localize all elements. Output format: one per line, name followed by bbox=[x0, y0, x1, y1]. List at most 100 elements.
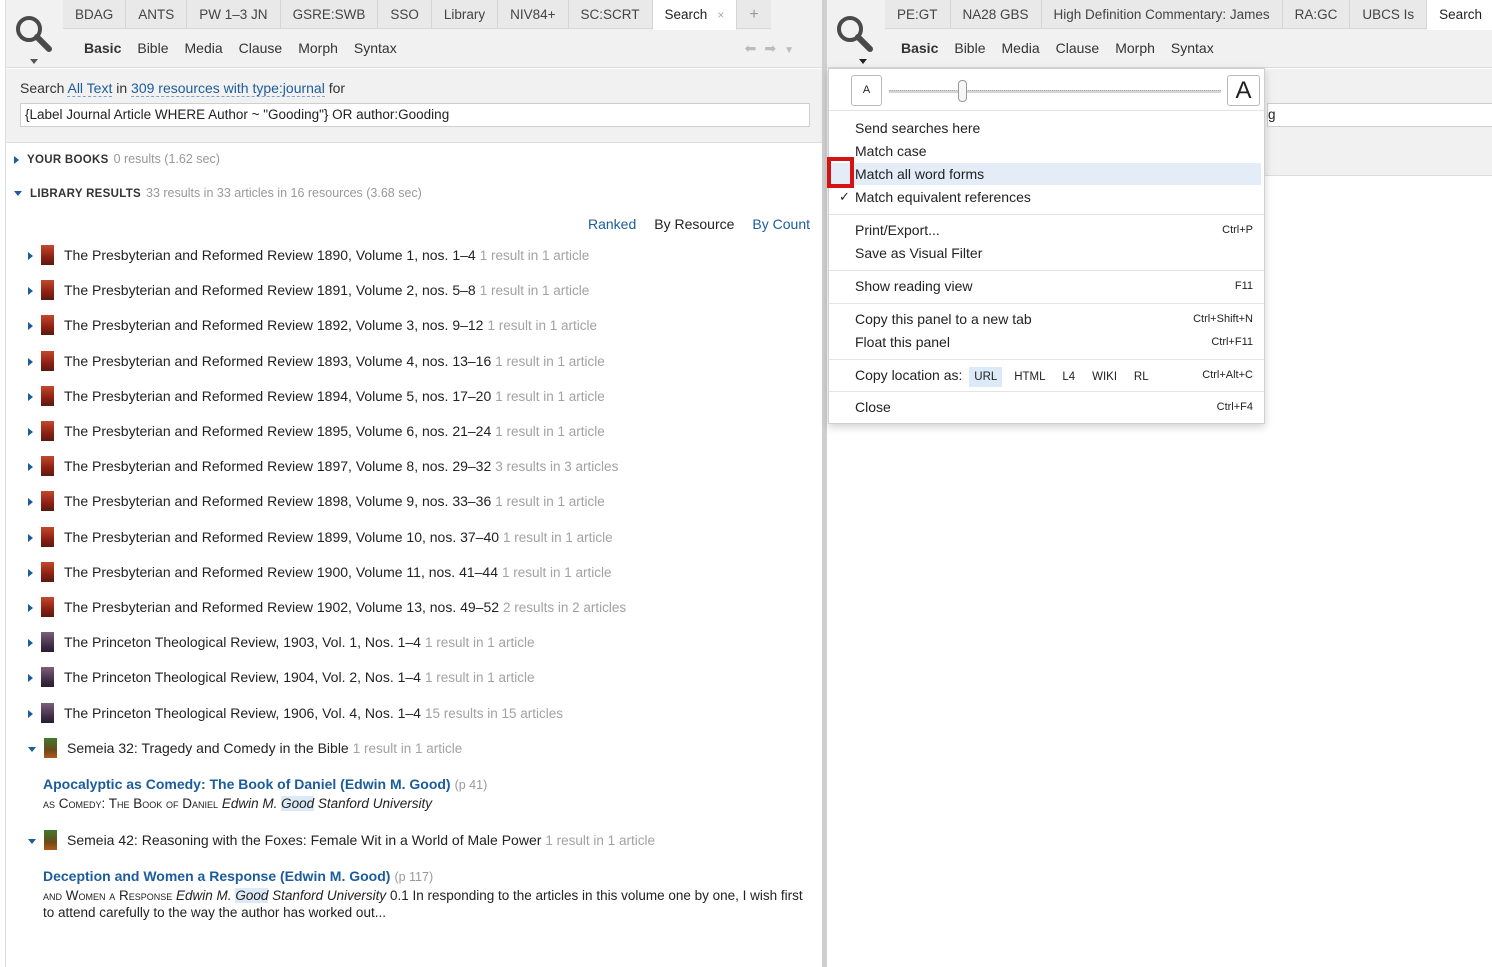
expand-icon[interactable] bbox=[28, 252, 33, 261]
menu-print-export[interactable]: Print/Export... Ctrl+P bbox=[830, 219, 1261, 241]
expand-icon[interactable] bbox=[28, 604, 33, 613]
tab-pw-1-3-jn[interactable]: PW 1–3 JN bbox=[187, 0, 281, 29]
sort-by-count[interactable]: By Count bbox=[752, 216, 810, 232]
menu-reading-view[interactable]: Show reading view F11 bbox=[830, 275, 1261, 297]
your-books-section[interactable]: YOUR BOOKS 0 results (1.62 sec) bbox=[14, 152, 220, 166]
sort-by-resource[interactable]: By Resource bbox=[654, 216, 734, 232]
font-larger-button[interactable]: A bbox=[1227, 75, 1260, 106]
menu-float-panel[interactable]: Float this panel Ctrl+F11 bbox=[830, 331, 1261, 353]
copy-location-rl[interactable]: RL bbox=[1129, 367, 1154, 387]
resource-title[interactable]: The Presbyterian and Reformed Review 189… bbox=[64, 493, 491, 509]
subtab-clause[interactable]: Clause bbox=[1048, 38, 1108, 60]
tab-gsre-swb[interactable]: GSRE:SWB bbox=[281, 0, 379, 29]
forward-arrow-icon[interactable]: ➡ bbox=[764, 40, 784, 56]
search-input[interactable]: g bbox=[1267, 103, 1492, 127]
subtab-morph[interactable]: Morph bbox=[290, 38, 346, 60]
subtab-clause[interactable]: Clause bbox=[231, 38, 291, 60]
result-row[interactable]: The Presbyterian and Reformed Review 189… bbox=[28, 420, 605, 442]
resource-title[interactable]: The Presbyterian and Reformed Review 189… bbox=[64, 423, 491, 439]
library-results-section[interactable]: LIBRARY RESULTS 33 results in 33 articles… bbox=[14, 186, 422, 200]
resource-title[interactable]: The Presbyterian and Reformed Review 189… bbox=[64, 353, 491, 369]
resource-title[interactable]: The Presbyterian and Reformed Review 189… bbox=[64, 282, 476, 298]
subtab-media[interactable]: Media bbox=[994, 38, 1048, 60]
expand-icon[interactable] bbox=[28, 428, 33, 437]
close-icon[interactable]: × bbox=[717, 8, 724, 22]
result-row[interactable]: The Presbyterian and Reformed Review 189… bbox=[28, 279, 589, 301]
tab-sc-scrt[interactable]: SC:SCRT bbox=[569, 0, 653, 29]
tab-ubcs-is[interactable]: UBCS Is bbox=[1350, 0, 1428, 29]
search-input[interactable]: {Label Journal Article WHERE Author ~ "G… bbox=[20, 103, 810, 127]
tab-search[interactable]: Search× bbox=[1427, 0, 1492, 30]
result-row[interactable]: The Princeton Theological Review, 1906, … bbox=[28, 702, 563, 724]
subtab-morph[interactable]: Morph bbox=[1107, 38, 1163, 60]
tab-bdag[interactable]: BDAG bbox=[63, 0, 127, 29]
subtab-syntax[interactable]: Syntax bbox=[346, 38, 405, 60]
article-title-link[interactable]: Apocalyptic as Comedy: The Book of Danie… bbox=[43, 776, 451, 792]
expand-icon[interactable] bbox=[28, 674, 33, 683]
subtab-syntax[interactable]: Syntax bbox=[1163, 38, 1222, 60]
result-row[interactable]: The Presbyterian and Reformed Review 189… bbox=[28, 490, 605, 512]
tab-pe-gt[interactable]: PE:GT bbox=[885, 0, 951, 29]
resource-title[interactable]: The Presbyterian and Reformed Review 189… bbox=[64, 388, 491, 404]
result-row[interactable]: The Presbyterian and Reformed Review 190… bbox=[28, 561, 612, 583]
back-arrow-icon[interactable]: ⬅ bbox=[745, 40, 765, 56]
result-row[interactable]: The Presbyterian and Reformed Review 189… bbox=[28, 385, 605, 407]
expand-icon[interactable] bbox=[28, 498, 33, 507]
resource-title[interactable]: The Presbyterian and Reformed Review 189… bbox=[64, 317, 483, 333]
tab-niv84[interactable]: NIV84+ bbox=[498, 0, 569, 29]
menu-match-case[interactable]: Match case bbox=[830, 140, 1261, 162]
subtab-media[interactable]: Media bbox=[177, 38, 231, 60]
resource-title[interactable]: Semeia 42: Reasoning with the Foxes: Fem… bbox=[67, 832, 541, 848]
collapse-icon[interactable] bbox=[28, 838, 36, 844]
tab-ants[interactable]: ANTS bbox=[126, 0, 188, 29]
expand-icon[interactable] bbox=[28, 358, 33, 367]
expand-icon[interactable] bbox=[28, 463, 33, 472]
resource-filter-link[interactable]: 309 resources with type:journal bbox=[131, 80, 325, 97]
copy-location-html[interactable]: HTML bbox=[1009, 367, 1050, 387]
resource-title[interactable]: The Presbyterian and Reformed Review 190… bbox=[64, 599, 499, 615]
expand-icon[interactable] bbox=[28, 534, 33, 543]
resource-title[interactable]: The Presbyterian and Reformed Review 190… bbox=[64, 564, 498, 580]
result-row[interactable]: The Presbyterian and Reformed Review 189… bbox=[28, 455, 618, 477]
menu-send-searches[interactable]: Send searches here bbox=[830, 117, 1261, 139]
article-title-link[interactable]: Deception and Women a Response (Edwin M.… bbox=[43, 868, 390, 884]
tab-na28-gbs[interactable]: NA28 GBS bbox=[951, 0, 1042, 29]
result-row[interactable]: The Princeton Theological Review, 1904, … bbox=[28, 666, 535, 688]
result-row[interactable]: The Presbyterian and Reformed Review 189… bbox=[28, 350, 605, 372]
copy-location-url[interactable]: URL bbox=[969, 367, 1003, 387]
menu-copy-panel[interactable]: Copy this panel to a new tab Ctrl+Shift+N bbox=[830, 308, 1261, 330]
result-row[interactable]: The Presbyterian and Reformed Review 189… bbox=[28, 526, 613, 548]
tab-library[interactable]: Library bbox=[432, 0, 499, 29]
tab-ra-gc[interactable]: RA:GC bbox=[1283, 0, 1351, 29]
menu-match-references[interactable]: ✓ Match equivalent references bbox=[830, 186, 1261, 208]
tab-sso[interactable]: SSO bbox=[378, 0, 432, 29]
tab-hdc-james[interactable]: High Definition Commentary: James bbox=[1042, 0, 1283, 29]
subtab-basic[interactable]: Basic bbox=[76, 38, 129, 60]
expand-icon[interactable] bbox=[28, 393, 33, 402]
result-row-semeia32[interactable]: Semeia 32: Tragedy and Comedy in the Bib… bbox=[28, 737, 462, 759]
font-smaller-button[interactable]: A bbox=[851, 75, 882, 106]
chevron-down-icon[interactable]: ▼ bbox=[784, 45, 802, 56]
search-icon[interactable] bbox=[14, 14, 54, 66]
menu-close[interactable]: Close Ctrl+F4 bbox=[830, 396, 1261, 418]
font-size-slider[interactable] bbox=[889, 90, 1221, 93]
subtab-bible[interactable]: Bible bbox=[129, 38, 176, 60]
font-size-slider-thumb[interactable] bbox=[958, 80, 967, 102]
resource-title[interactable]: The Princeton Theological Review, 1906, … bbox=[64, 705, 421, 721]
plus-icon[interactable]: + bbox=[737, 0, 770, 29]
copy-location-l4[interactable]: L4 bbox=[1057, 367, 1080, 387]
resource-title[interactable]: The Princeton Theological Review, 1904, … bbox=[64, 669, 421, 685]
search-icon[interactable] bbox=[835, 14, 875, 66]
expand-icon[interactable] bbox=[28, 322, 33, 331]
resource-title[interactable]: The Presbyterian and Reformed Review 189… bbox=[64, 458, 491, 474]
result-row[interactable]: The Presbyterian and Reformed Review 189… bbox=[28, 314, 597, 336]
expand-icon[interactable] bbox=[28, 287, 33, 296]
result-row[interactable]: The Princeton Theological Review, 1903, … bbox=[28, 631, 535, 653]
copy-location-wiki[interactable]: WIKI bbox=[1087, 367, 1122, 387]
menu-match-word-forms[interactable]: Match all word forms bbox=[830, 163, 1261, 185]
resource-title[interactable]: The Princeton Theological Review, 1903, … bbox=[64, 634, 421, 650]
collapse-icon[interactable] bbox=[14, 191, 22, 197]
subtab-basic[interactable]: Basic bbox=[893, 38, 946, 60]
expand-icon[interactable] bbox=[28, 569, 33, 578]
menu-save-visual-filter[interactable]: Save as Visual Filter bbox=[830, 242, 1261, 264]
